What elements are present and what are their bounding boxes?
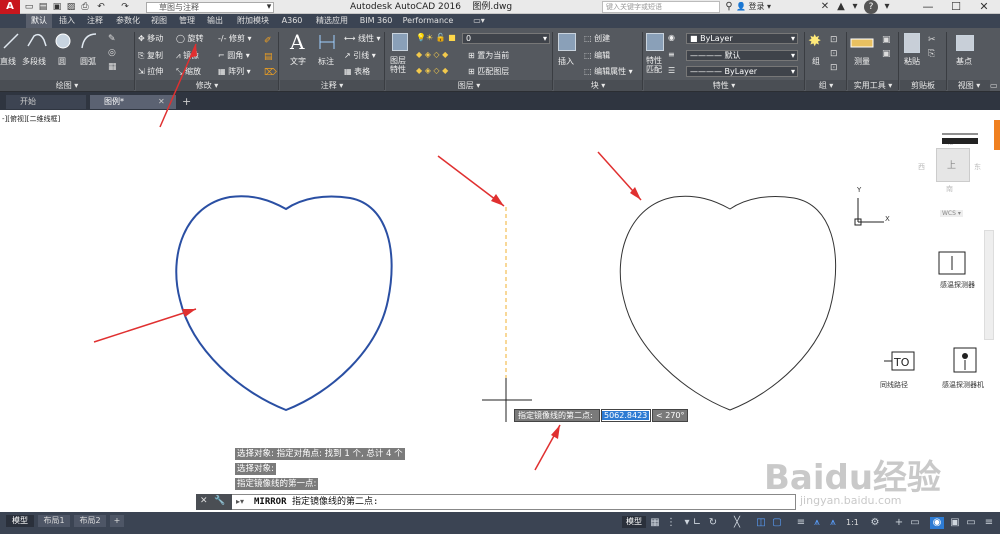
layout-tab-2[interactable]: 布局2 (74, 515, 106, 527)
wire-label: 同线路径 (880, 381, 908, 389)
add-layout-icon[interactable]: + (110, 515, 124, 527)
command-history-line: 指定镜像线的第一点: (235, 478, 319, 490)
sensor-label: 感温探测器 (940, 281, 975, 289)
detector-label: 感温探测器机 (942, 381, 984, 389)
annotation-arrow-head (491, 194, 504, 206)
annotation-visibility-icon[interactable]: ⩚ (810, 517, 824, 529)
wire-symbol: TO (884, 351, 915, 371)
sensor-symbol (938, 251, 966, 275)
dynamic-input-distance[interactable]: 5062.8423 (601, 409, 651, 422)
auto-scale-icon[interactable]: ⩚ (826, 517, 840, 529)
customization-icon[interactable]: ≡ (982, 517, 996, 529)
lineweight-toggle-icon[interactable]: ≡ (794, 517, 808, 529)
wrench-icon[interactable]: 🔧 (214, 496, 225, 506)
snap-icon[interactable]: ⋮ (664, 517, 678, 529)
mirrored-heart (619, 195, 837, 411)
viewcube-south[interactable]: 南 (946, 184, 953, 194)
dynamic-input-angle[interactable]: < 270° (652, 409, 688, 422)
command-history-line: 选择对象: 指定对角点: 找到 1 个, 总计 4 个 (235, 448, 405, 460)
wcs-menu[interactable]: WCS ▾ (940, 210, 963, 217)
model-space-button[interactable]: 模型 (622, 516, 646, 528)
viewcube-west[interactable]: 西 (918, 162, 925, 172)
svg-text:TO: TO (893, 356, 910, 369)
polar-icon[interactable]: ↻ (706, 517, 720, 529)
watermark-url: jingyan.baidu.com (800, 494, 902, 507)
recent-commands-icon[interactable]: ▸▾ (236, 497, 244, 506)
isodraft-icon[interactable]: ╳ (730, 517, 744, 529)
viewcube-top-face[interactable]: 上 (947, 158, 956, 171)
object-snap-icon[interactable]: ▢ (770, 517, 784, 529)
close-icon[interactable]: ✕ (200, 496, 208, 506)
annotation-arrow-head (189, 44, 197, 58)
ortho-icon[interactable]: ∟ (690, 517, 704, 529)
command-prompt: MIRROR 指定镜像线的第二点: (254, 497, 379, 507)
block-symbol-top (942, 133, 978, 144)
annotation-arrow (93, 308, 197, 343)
navigation-bar[interactable] (984, 230, 994, 340)
workspace-gear-icon[interactable]: ⚙ (868, 517, 882, 529)
isolate-objects-icon[interactable]: ◉ (930, 517, 944, 529)
baidu-watermark: Baidu经验 (764, 458, 942, 498)
detector-symbol (953, 347, 977, 373)
scroll-indicator[interactable] (994, 120, 1000, 150)
layout-tab-model[interactable]: 模型 (6, 515, 34, 527)
ucs-y-label: Y (857, 186, 862, 194)
selected-heart (175, 195, 393, 412)
object-snap-tracking-icon[interactable]: ◫ (754, 517, 768, 529)
annotation-monitor-icon[interactable]: + (892, 517, 906, 529)
annotation-arrow-head (551, 425, 560, 439)
annotation-scale[interactable]: 1:1 (846, 517, 859, 529)
dynamic-input-prompt: 指定镜像线的第二点: (514, 409, 600, 422)
command-history-line: 选择对象: (235, 463, 276, 475)
layout-tab-1[interactable]: 布局1 (38, 515, 70, 527)
clean-screen-icon[interactable]: ▭ (964, 517, 978, 529)
ucs-x-label: X (885, 215, 890, 223)
viewcube-east[interactable]: 东 (974, 162, 981, 172)
units-icon[interactable]: ▭ (908, 517, 922, 529)
hardware-acceleration-icon[interactable]: ▣ (948, 517, 962, 529)
grid-icon[interactable]: ▦ (648, 517, 662, 529)
